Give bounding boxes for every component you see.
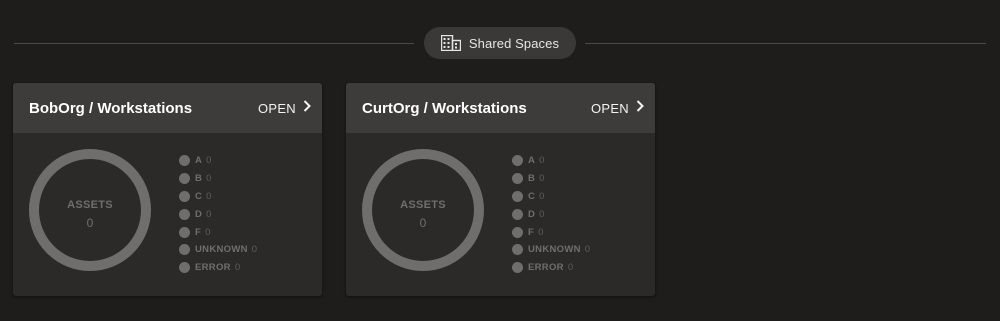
card-body: ASSETS 0 A0 B0 C0 D0 F0 UNKNOWN 0 ERROR 0 [346,133,655,296]
legend-item: ERROR 0 [179,259,257,277]
legend-item: A0 [179,152,257,170]
legend-item: B0 [512,170,590,188]
grade-legend: A0 B0 C0 D0 F0 UNKNOWN 0 ERROR 0 [512,152,590,277]
workspace-card: CurtOrg / Workstations OPEN ASSETS 0 A0 … [346,83,655,296]
legend-count: 0 [539,208,545,220]
legend-dot [512,262,523,274]
legend-grade: ERROR [528,262,564,274]
donut-count: 0 [419,216,427,230]
legend-grade: B [528,173,536,185]
legend-item: F0 [512,223,590,241]
legend-dot [179,226,190,238]
card-title: BobOrg / Workstations [29,99,193,117]
card-title: CurtOrg / Workstations [362,99,527,117]
open-button[interactable]: OPEN [591,99,644,117]
legend-grade: F [195,226,202,238]
legend-item: C0 [512,188,590,206]
workspace-card: BobOrg / Workstations OPEN ASSETS 0 A0 B… [13,83,322,296]
legend-item: UNKNOWN 0 [512,241,590,259]
legend-grade: A [528,155,536,167]
legend-dot [512,155,523,167]
chevron-right-icon [636,99,644,117]
legend-grade: UNKNOWN [195,244,248,256]
legend-count: 0 [584,244,591,256]
donut-count: 0 [86,216,94,230]
legend-count: 0 [539,155,545,167]
section-title: Shared Spaces [468,35,560,51]
assets-donut-chart: ASSETS 0 [29,149,151,271]
donut-label: ASSETS [400,199,446,211]
legend-item: D0 [179,205,257,223]
legend-item: ERROR 0 [512,259,590,277]
legend-item: B0 [179,170,257,188]
legend-dot [179,173,190,185]
legend-count: 0 [539,190,545,202]
legend-count: 0 [206,173,212,185]
donut-label: ASSETS [67,199,113,211]
section-divider: Shared Spaces [14,27,986,59]
building-icon [440,35,461,51]
legend-item: C0 [179,188,257,206]
open-label: OPEN [590,100,629,116]
legend-count: 0 [206,190,212,202]
legend-grade: F [528,226,535,238]
open-label: OPEN [257,100,296,116]
legend-count: 0 [251,244,258,256]
card-body: ASSETS 0 A0 B0 C0 D0 F0 UNKNOWN 0 ERROR 0 [13,133,322,296]
legend-item: UNKNOWN 0 [179,241,257,259]
legend-dot [179,208,190,220]
card-header: BobOrg / Workstations OPEN [13,83,322,133]
legend-grade: A [195,155,203,167]
open-button[interactable]: OPEN [258,99,311,117]
legend-dot [179,155,190,167]
legend-grade: D [528,208,536,220]
legend-grade: C [195,190,203,202]
workspace-cards: BobOrg / Workstations OPEN ASSETS 0 A0 B… [13,83,655,296]
legend-dot [512,190,523,202]
page: Shared Spaces BobOrg / Workstations OPEN… [0,0,1000,321]
legend-dot [179,262,190,274]
legend-grade: D [195,208,203,220]
legend-dot [512,208,523,220]
legend-dot [179,244,190,256]
assets-donut-chart: ASSETS 0 [362,149,484,271]
legend-count: 0 [539,173,545,185]
legend-dot [179,190,190,202]
legend-dot [512,244,523,256]
legend-count: 0 [567,262,574,274]
legend-grade: UNKNOWN [528,244,581,256]
legend-grade: C [528,190,536,202]
card-header: CurtOrg / Workstations OPEN [346,83,655,133]
legend-dot [512,226,523,238]
chevron-right-icon [303,99,311,117]
legend-count: 0 [206,208,212,220]
legend-count: 0 [538,226,544,238]
legend-item: F0 [179,223,257,241]
legend-item: D0 [512,205,590,223]
legend-count: 0 [206,155,212,167]
legend-count: 0 [234,262,241,274]
legend-dot [512,173,523,185]
grade-legend: A0 B0 C0 D0 F0 UNKNOWN 0 ERROR 0 [179,152,257,277]
legend-item: A0 [512,152,590,170]
legend-count: 0 [205,226,211,238]
legend-grade: ERROR [195,262,231,274]
divider-line-left [14,43,414,44]
divider-line-right [585,43,986,44]
shared-spaces-pill[interactable]: Shared Spaces [424,27,576,59]
legend-grade: B [195,173,203,185]
